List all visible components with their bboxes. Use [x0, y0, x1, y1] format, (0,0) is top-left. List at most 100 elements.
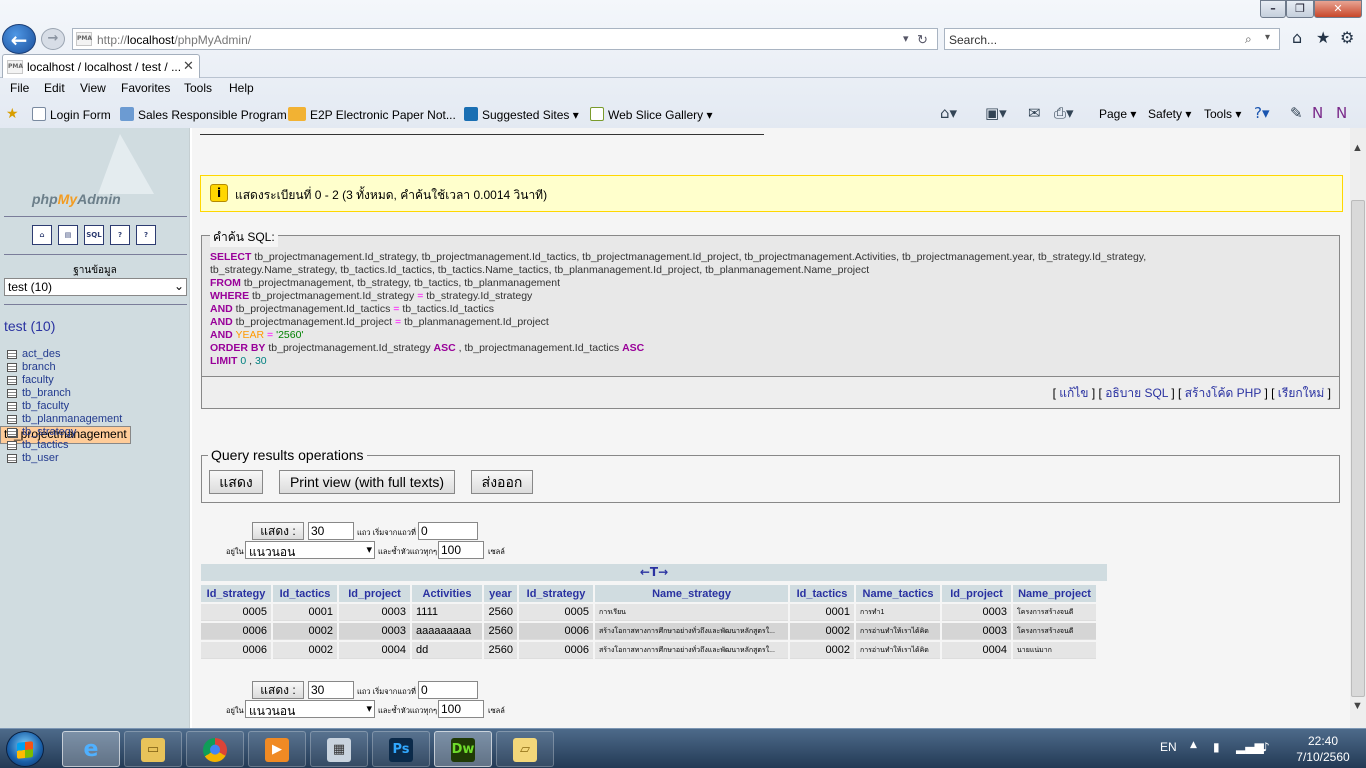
export-button[interactable]: ส่งออก	[471, 470, 533, 494]
help-icon[interactable]: ?▾	[1254, 104, 1270, 122]
table-row[interactable]: 0006 0002 0003 aaaaaaaaa 2560 0006 สร้าง…	[201, 623, 1096, 640]
browser-tab[interactable]: PMA localhost / localhost / test / ... ✕	[2, 54, 200, 78]
table-item[interactable]: faculty	[0, 374, 190, 387]
col-header[interactable]: Id_tactics	[790, 585, 854, 602]
print-icon[interactable]: ⎙▾	[1054, 104, 1074, 122]
col-header[interactable]: year	[484, 585, 517, 602]
tab-close-icon[interactable]: ✕	[183, 58, 194, 74]
fav-sales-program[interactable]: Sales Responsible Program	[120, 107, 287, 122]
database-select[interactable]: test (10) ⌄	[4, 278, 187, 296]
vertical-scrollbar[interactable]: ▲ ▼	[1350, 128, 1366, 728]
table-browse-icon[interactable]	[7, 402, 17, 411]
table-item[interactable]: tb_branch	[0, 387, 190, 400]
rows-input[interactable]: 30	[308, 522, 354, 540]
table-browse-icon[interactable]	[7, 363, 17, 372]
col-header[interactable]: Name_strategy	[595, 585, 788, 602]
cmd-safety[interactable]: Safety ▾	[1148, 107, 1191, 121]
fav-suggested-sites[interactable]: Suggested Sites ▾	[464, 107, 579, 122]
fav-login-form[interactable]: Login Form	[32, 107, 111, 122]
menu-tools[interactable]: Tools	[184, 81, 212, 95]
table-item[interactable]: tb_strategy	[0, 426, 190, 439]
menu-view[interactable]: View	[80, 81, 106, 95]
table-item[interactable]: act_des	[0, 348, 190, 361]
show-rows-button[interactable]: แสดง :	[252, 681, 304, 699]
show-rows-button[interactable]: แสดง :	[252, 522, 304, 540]
explain-sql-link[interactable]: อธิบาย SQL	[1105, 386, 1168, 400]
volume-icon[interactable]: ♪	[1262, 740, 1270, 754]
taskbar-dreamweaver[interactable]: Dw	[434, 731, 492, 767]
mail-icon[interactable]: ✉	[1028, 104, 1041, 122]
onenote-icon[interactable]: N	[1312, 104, 1323, 122]
gear-icon[interactable]: ⚙	[1340, 28, 1354, 47]
cmd-tools[interactable]: Tools ▾	[1204, 107, 1241, 121]
start-button[interactable]	[6, 731, 44, 767]
repeat-header-input[interactable]: 100	[438, 541, 484, 559]
help-icon[interactable]: ?	[136, 225, 156, 245]
signal-icon[interactable]: ▂▄▆	[1236, 740, 1264, 754]
display-mode-select[interactable]: แนวนอน ▾	[245, 700, 375, 718]
col-header[interactable]: Activities	[412, 585, 482, 602]
minimize-button[interactable]: –	[1260, 0, 1286, 18]
onenote-linked-icon[interactable]: N	[1336, 104, 1347, 122]
refresh-link[interactable]: เรียกใหม่	[1278, 386, 1325, 400]
menu-edit[interactable]: Edit	[44, 81, 65, 95]
create-php-code-link[interactable]: สร้างโค้ด PHP	[1185, 386, 1261, 400]
table-browse-icon[interactable]	[7, 350, 17, 359]
col-header[interactable]: Id_project	[942, 585, 1011, 602]
taskbar-chrome[interactable]: ●	[186, 731, 244, 767]
scroll-thumb[interactable]	[1351, 200, 1365, 697]
menu-favorites[interactable]: Favorites	[121, 81, 170, 95]
docs-icon[interactable]: ?	[110, 225, 130, 245]
favorites-star-icon[interactable]: ★	[6, 105, 19, 122]
fav-e2p[interactable]: E2P Electronic Paper Not...	[288, 107, 456, 122]
rss-feed-icon[interactable]: ▣▾	[985, 104, 1007, 122]
table-browse-icon[interactable]	[7, 428, 17, 437]
print-view-button[interactable]: Print view (with full texts)	[279, 470, 455, 494]
taskbar-calculator[interactable]: ▦	[310, 731, 368, 767]
fav-web-slice-gallery[interactable]: Web Slice Gallery ▾	[590, 107, 713, 122]
table-browse-icon[interactable]	[7, 441, 17, 450]
col-header[interactable]: Name_project	[1013, 585, 1096, 602]
table-browse-icon[interactable]	[7, 415, 17, 424]
table-item[interactable]: tb_faculty	[0, 400, 190, 413]
scroll-up-icon[interactable]: ▲	[1352, 142, 1363, 154]
start-row-input[interactable]: 0	[418, 681, 478, 699]
maximize-button[interactable]: ❐	[1286, 0, 1314, 18]
cmd-page[interactable]: Page ▾	[1099, 107, 1136, 121]
column-order-arrows[interactable]: ←T→	[201, 564, 1107, 581]
table-row[interactable]: 0005 0001 0003 1111 2560 0005 การเรียน 0…	[201, 604, 1096, 621]
table-item[interactable]: tb_user	[0, 452, 190, 465]
edit-query-link[interactable]: แก้ไข	[1059, 386, 1088, 400]
show-hidden-icons-icon[interactable]: ▲	[1190, 740, 1197, 750]
taskbar-explorer[interactable]: ▭	[124, 731, 182, 767]
rows-input[interactable]: 30	[308, 681, 354, 699]
taskbar-photoshop[interactable]: Ps	[372, 731, 430, 767]
menu-file[interactable]: File	[10, 81, 29, 95]
home-icon[interactable]: ⌂	[32, 225, 52, 245]
search-provider-dropdown-icon[interactable]: ▾	[1265, 32, 1270, 43]
home-icon[interactable]: ⌂▾	[940, 104, 957, 122]
home-icon[interactable]: ⌂	[1292, 28, 1302, 47]
close-button[interactable]: ✕	[1314, 0, 1362, 18]
battery-icon[interactable]: ▮	[1213, 740, 1220, 754]
col-header[interactable]: Id_strategy	[519, 585, 593, 602]
favorites-star-icon[interactable]: ★	[1316, 28, 1330, 47]
show-button[interactable]: แสดง	[209, 470, 263, 494]
taskbar-media-player[interactable]: ▶	[248, 731, 306, 767]
table-browse-icon[interactable]	[7, 454, 17, 463]
refresh-icon[interactable]: ↻	[917, 32, 928, 48]
taskbar-ie[interactable]: e	[62, 731, 120, 767]
col-header[interactable]: Name_tactics	[856, 585, 940, 602]
scroll-down-icon[interactable]: ▼	[1352, 700, 1363, 712]
table-browse-icon[interactable]	[7, 389, 17, 398]
table-item[interactable]: tb_planmanagement	[0, 413, 190, 426]
menu-help[interactable]: Help	[229, 81, 254, 95]
database-title[interactable]: test (10)	[4, 318, 55, 334]
start-row-input[interactable]: 0	[418, 522, 478, 540]
col-header[interactable]: Id_project	[339, 585, 410, 602]
phpmyadmin-logo[interactable]: phpMyAdmin	[32, 191, 121, 207]
repeat-header-input[interactable]: 100	[438, 700, 484, 718]
sql-icon[interactable]: SQL	[84, 225, 104, 245]
table-row[interactable]: 0006 0002 0004 dd 2560 0006 สร้างโอกาสทา…	[201, 642, 1096, 659]
query-window-icon[interactable]: ▤	[58, 225, 78, 245]
